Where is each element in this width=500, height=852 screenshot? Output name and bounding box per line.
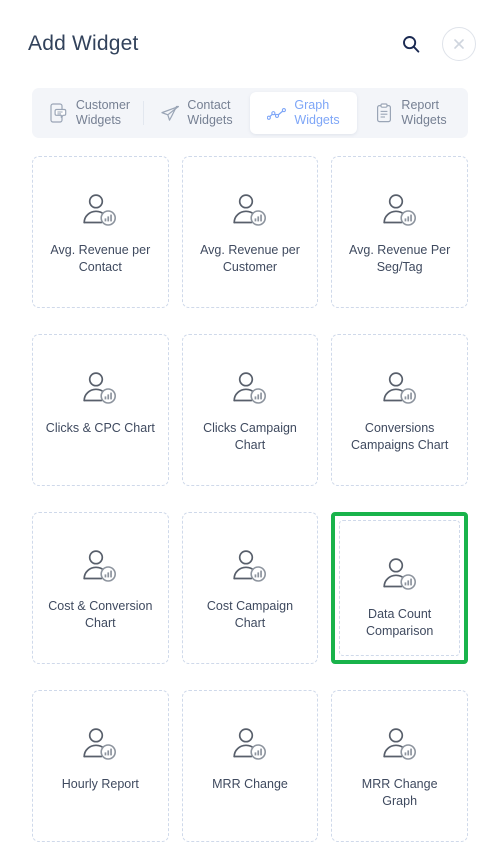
widget-card-mrr-change[interactable]: MRR Change [181,690,319,842]
widget-card-avg-revenue-per-contact[interactable]: Avg. Revenue per Contact [32,156,169,308]
user-chart-icon [80,191,120,229]
widget-card-label: Conversions Campaigns Chart [351,421,449,452]
widget-card-label: Avg. Revenue Per Seg/Tag [349,243,451,274]
widget-card-inner: Hourly Report [32,690,169,842]
widget-card-hourly-report[interactable]: Hourly Report [32,690,169,842]
user-chart-icon [380,369,420,407]
header-actions [398,27,476,61]
widget-card-label: MRR Change Graph [361,777,438,808]
user-chart-icon [380,555,420,593]
widget-card-label: MRR Change [212,777,288,791]
user-chart-icon [380,191,420,229]
widget-card-avg-revenue-per-customer[interactable]: Avg. Revenue per Customer [181,156,319,308]
close-icon [454,39,464,49]
widget-card-inner: Clicks & CPC Chart [32,334,169,486]
tab-label: Customer Widgets [75,98,131,127]
widget-card-mrr-change-graph[interactable]: MRR Change Graph [331,690,468,842]
user-chart-icon [80,547,120,585]
widget-card-label: Avg. Revenue per Customer [200,243,300,274]
user-chart-icon [230,547,270,585]
widget-card-label: Avg. Revenue per Contact [50,243,151,274]
widget-card-inner: Cost Campaign Chart [181,512,319,664]
widget-card-avg-revenue-per-seg-tag[interactable]: Avg. Revenue Per Seg/Tag [331,156,468,308]
widget-card-label: Clicks Campaign Chart [203,421,297,452]
tab-label: Contact Widgets [187,98,233,127]
tab-label: Graph Widgets [294,98,340,127]
widget-card-inner: MRR Change Graph [331,690,468,842]
clipboard-icon [374,102,394,124]
widget-card-clicks-cpc-chart[interactable]: Clicks & CPC Chart [32,334,169,486]
user-chart-icon [80,369,120,407]
widget-card-inner: Avg. Revenue per Customer [181,156,319,308]
tab-bar: Customer Widgets Contact Widgets Graph W… [32,88,468,138]
tab-customer-widgets[interactable]: Customer Widgets [36,92,143,134]
widget-card-label: Cost & Conversion Chart [48,599,153,630]
widget-card-label: Hourly Report [61,777,139,791]
mobile-chat-icon [49,102,69,124]
widget-card-inner: Avg. Revenue per Contact [32,156,169,308]
widget-card-inner: MRR Change [181,690,319,842]
widget-card-inner: Cost & Conversion Chart [32,512,169,664]
add-widget-modal: Add Widget Customer Widgets Contact Widg… [0,0,500,852]
widget-card-data-count-comparison[interactable]: Data Count Comparison [331,512,468,664]
widget-grid: Avg. Revenue per Contact Avg. Revenue pe… [0,138,500,852]
widget-card-inner: Conversions Campaigns Chart [331,334,468,486]
widget-card-label: Cost Campaign Chart [206,599,294,630]
widget-card-conversions-campaigns-chart[interactable]: Conversions Campaigns Chart [331,334,468,486]
search-icon[interactable] [398,31,424,57]
widget-card-inner: Avg. Revenue Per Seg/Tag [331,156,468,308]
user-chart-icon [380,725,420,763]
tab-report-widgets[interactable]: Report Widgets [357,92,464,134]
tab-label: Report Widgets [401,98,447,127]
widget-card-cost-conversion-chart[interactable]: Cost & Conversion Chart [32,512,169,664]
widget-card-cost-campaign-chart[interactable]: Cost Campaign Chart [181,512,319,664]
user-chart-icon [230,369,270,407]
line-chart-icon [267,102,287,124]
page-title: Add Widget [28,32,139,55]
widget-card-label: Data Count Comparison [365,607,434,638]
close-button[interactable] [442,27,476,61]
tab-contact-widgets[interactable]: Contact Widgets [143,92,250,134]
paper-plane-icon [160,102,180,124]
tab-graph-widgets[interactable]: Graph Widgets [250,92,357,134]
user-chart-icon [230,191,270,229]
tab-bar-wrapper: Customer Widgets Contact Widgets Graph W… [0,88,500,138]
widget-card-label: Clicks & CPC Chart [45,421,155,435]
user-chart-icon [80,725,120,763]
widget-card-inner: Clicks Campaign Chart [181,334,319,486]
modal-header: Add Widget [0,0,500,88]
widget-card-inner: Data Count Comparison [339,520,460,656]
user-chart-icon [230,725,270,763]
widget-card-clicks-campaign-chart[interactable]: Clicks Campaign Chart [181,334,319,486]
